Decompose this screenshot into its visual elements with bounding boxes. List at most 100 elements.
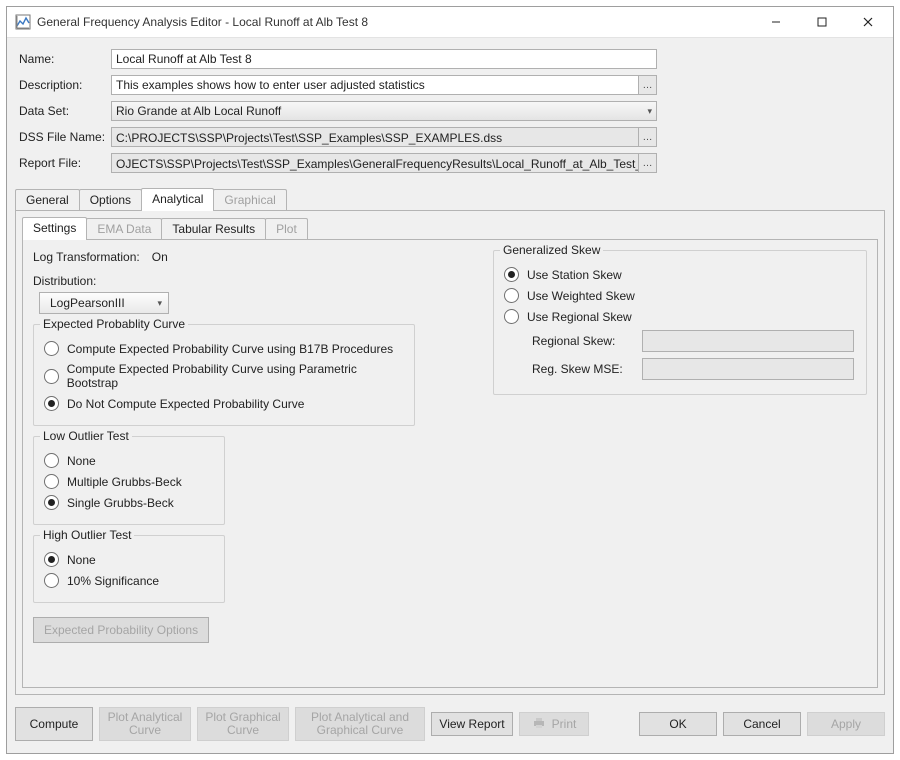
ellipsis-icon: … bbox=[643, 158, 653, 169]
subtab-settings[interactable]: Settings bbox=[22, 217, 87, 240]
report-file-browse-button[interactable]: … bbox=[639, 153, 657, 173]
minimize-button[interactable] bbox=[753, 7, 799, 37]
radio-icon bbox=[504, 267, 519, 282]
close-icon bbox=[863, 17, 873, 27]
cancel-button[interactable]: Cancel bbox=[723, 712, 801, 736]
expected-option-label: Compute Expected Probability Curve using… bbox=[67, 362, 404, 390]
description-browse-button[interactable]: … bbox=[639, 75, 657, 95]
report-file-label: Report File: bbox=[19, 156, 111, 170]
ok-button[interactable]: OK bbox=[639, 712, 717, 736]
description-field[interactable] bbox=[111, 75, 639, 95]
name-field[interactable] bbox=[111, 49, 657, 69]
name-label: Name: bbox=[19, 52, 111, 66]
high-outlier-label: None bbox=[67, 553, 96, 567]
log-transformation-label: Log Transformation: bbox=[33, 250, 140, 264]
skew-weighted[interactable]: Use Weighted Skew bbox=[504, 288, 856, 303]
high-outlier-none[interactable]: None bbox=[44, 552, 214, 567]
low-outlier-group: Low Outlier Test None Multiple Grubbs-Be… bbox=[33, 436, 225, 525]
radio-icon bbox=[44, 552, 59, 567]
low-outlier-label: Multiple Grubbs-Beck bbox=[67, 475, 182, 489]
tab-options[interactable]: Options bbox=[79, 189, 142, 211]
low-outlier-multiple-gb[interactable]: Multiple Grubbs-Beck bbox=[44, 474, 214, 489]
subtab-plot: Plot bbox=[265, 218, 308, 240]
low-outlier-label: None bbox=[67, 454, 96, 468]
tab-graphical: Graphical bbox=[213, 189, 286, 211]
radio-icon bbox=[44, 341, 59, 356]
plot-graphical-button: Plot Graphical Curve bbox=[197, 707, 289, 741]
chevron-down-icon: ▾ bbox=[647, 101, 652, 121]
high-outlier-label: 10% Significance bbox=[67, 574, 159, 588]
main-tab-body: Settings EMA Data Tabular Results Plot L… bbox=[15, 211, 885, 695]
reg-skew-mse-label: Reg. Skew MSE: bbox=[532, 362, 642, 376]
ellipsis-icon: … bbox=[643, 132, 653, 143]
apply-button: Apply bbox=[807, 712, 885, 736]
chevron-down-icon: ▾ bbox=[157, 298, 162, 309]
settings-left-column: Log Transformation: On Distribution: Log… bbox=[33, 250, 473, 671]
skew-station[interactable]: Use Station Skew bbox=[504, 267, 856, 282]
skew-regional[interactable]: Use Regional Skew bbox=[504, 309, 856, 324]
print-button: Print bbox=[519, 712, 589, 736]
radio-icon bbox=[44, 495, 59, 510]
report-file-field: OJECTS\SSP\Projects\Test\SSP_Examples\Ge… bbox=[111, 153, 639, 173]
high-outlier-legend: High Outlier Test bbox=[40, 528, 134, 542]
data-set-label: Data Set: bbox=[19, 104, 111, 118]
regional-skew-field bbox=[642, 330, 854, 352]
skew-option-label: Use Station Skew bbox=[527, 268, 622, 282]
header-form: Name: Description: … Data Set: Rio Grand… bbox=[7, 38, 893, 182]
skew-option-label: Use Regional Skew bbox=[527, 310, 632, 324]
radio-icon bbox=[44, 396, 59, 411]
expected-probability-group: Expected Probablity Curve Compute Expect… bbox=[33, 324, 415, 426]
distribution-label: Distribution: bbox=[33, 274, 473, 288]
ellipsis-icon: … bbox=[643, 80, 653, 91]
title-bar: General Frequency Analysis Editor - Loca… bbox=[7, 7, 893, 38]
expected-probability-legend: Expected Probablity Curve bbox=[40, 317, 188, 331]
tab-analytical[interactable]: Analytical bbox=[141, 188, 214, 211]
dss-file-field: C:\PROJECTS\SSP\Projects\Test\SSP_Exampl… bbox=[111, 127, 639, 147]
subtab-tabular-results[interactable]: Tabular Results bbox=[161, 218, 266, 240]
window: General Frequency Analysis Editor - Loca… bbox=[6, 6, 894, 754]
expected-option-none[interactable]: Do Not Compute Expected Probability Curv… bbox=[44, 396, 404, 411]
skew-option-label: Use Weighted Skew bbox=[527, 289, 635, 303]
distribution-value: LogPearsonIII bbox=[50, 296, 125, 310]
print-icon bbox=[532, 717, 546, 732]
compute-button[interactable]: Compute bbox=[15, 707, 93, 741]
plot-graphical-label: Plot Graphical Curve bbox=[205, 711, 280, 737]
expected-option-bootstrap[interactable]: Compute Expected Probability Curve using… bbox=[44, 362, 404, 390]
low-outlier-none[interactable]: None bbox=[44, 453, 214, 468]
high-outlier-10pct[interactable]: 10% Significance bbox=[44, 573, 214, 588]
close-button[interactable] bbox=[845, 7, 891, 37]
settings-right-column: Generalized Skew Use Station Skew Use We… bbox=[493, 250, 867, 671]
description-label: Description: bbox=[19, 78, 111, 92]
maximize-icon bbox=[817, 17, 827, 27]
tab-general[interactable]: General bbox=[15, 189, 80, 211]
data-set-select[interactable]: Rio Grande at Alb Local Runoff ▾ bbox=[111, 101, 657, 121]
radio-icon bbox=[504, 309, 519, 324]
log-transformation-value: On bbox=[152, 250, 168, 264]
sub-tabstrip: Settings EMA Data Tabular Results Plot bbox=[22, 217, 878, 240]
expected-option-b17b[interactable]: Compute Expected Probability Curve using… bbox=[44, 341, 404, 356]
plot-analytical-label: Plot Analytical Curve bbox=[108, 711, 183, 737]
reg-skew-mse-field bbox=[642, 358, 854, 380]
app-icon bbox=[15, 14, 31, 30]
low-outlier-single-gb[interactable]: Single Grubbs-Beck bbox=[44, 495, 214, 510]
dss-file-label: DSS File Name: bbox=[19, 130, 111, 144]
data-set-value: Rio Grande at Alb Local Runoff bbox=[116, 101, 281, 121]
regional-skew-label: Regional Skew: bbox=[532, 334, 642, 348]
distribution-select[interactable]: LogPearsonIII ▾ bbox=[39, 292, 169, 314]
plot-analytical-button: Plot Analytical Curve bbox=[99, 707, 191, 741]
subtab-ema-data: EMA Data bbox=[86, 218, 162, 240]
high-outlier-group: High Outlier Test None 10% Significance bbox=[33, 535, 225, 603]
window-title: General Frequency Analysis Editor - Loca… bbox=[37, 15, 368, 29]
main-tabstrip: General Options Analytical Graphical bbox=[7, 182, 893, 211]
expected-option-label: Compute Expected Probability Curve using… bbox=[67, 342, 393, 356]
radio-icon bbox=[44, 453, 59, 468]
expected-option-label: Do Not Compute Expected Probability Curv… bbox=[67, 397, 304, 411]
dss-file-browse-button[interactable]: … bbox=[639, 127, 657, 147]
expected-probability-options-button: Expected Probability Options bbox=[33, 617, 209, 643]
view-report-button[interactable]: View Report bbox=[431, 712, 513, 736]
maximize-button[interactable] bbox=[799, 7, 845, 37]
minimize-icon bbox=[771, 17, 781, 27]
low-outlier-label: Single Grubbs-Beck bbox=[67, 496, 174, 510]
button-bar: Compute Plot Analytical Curve Plot Graph… bbox=[7, 701, 893, 753]
radio-icon bbox=[44, 369, 59, 384]
